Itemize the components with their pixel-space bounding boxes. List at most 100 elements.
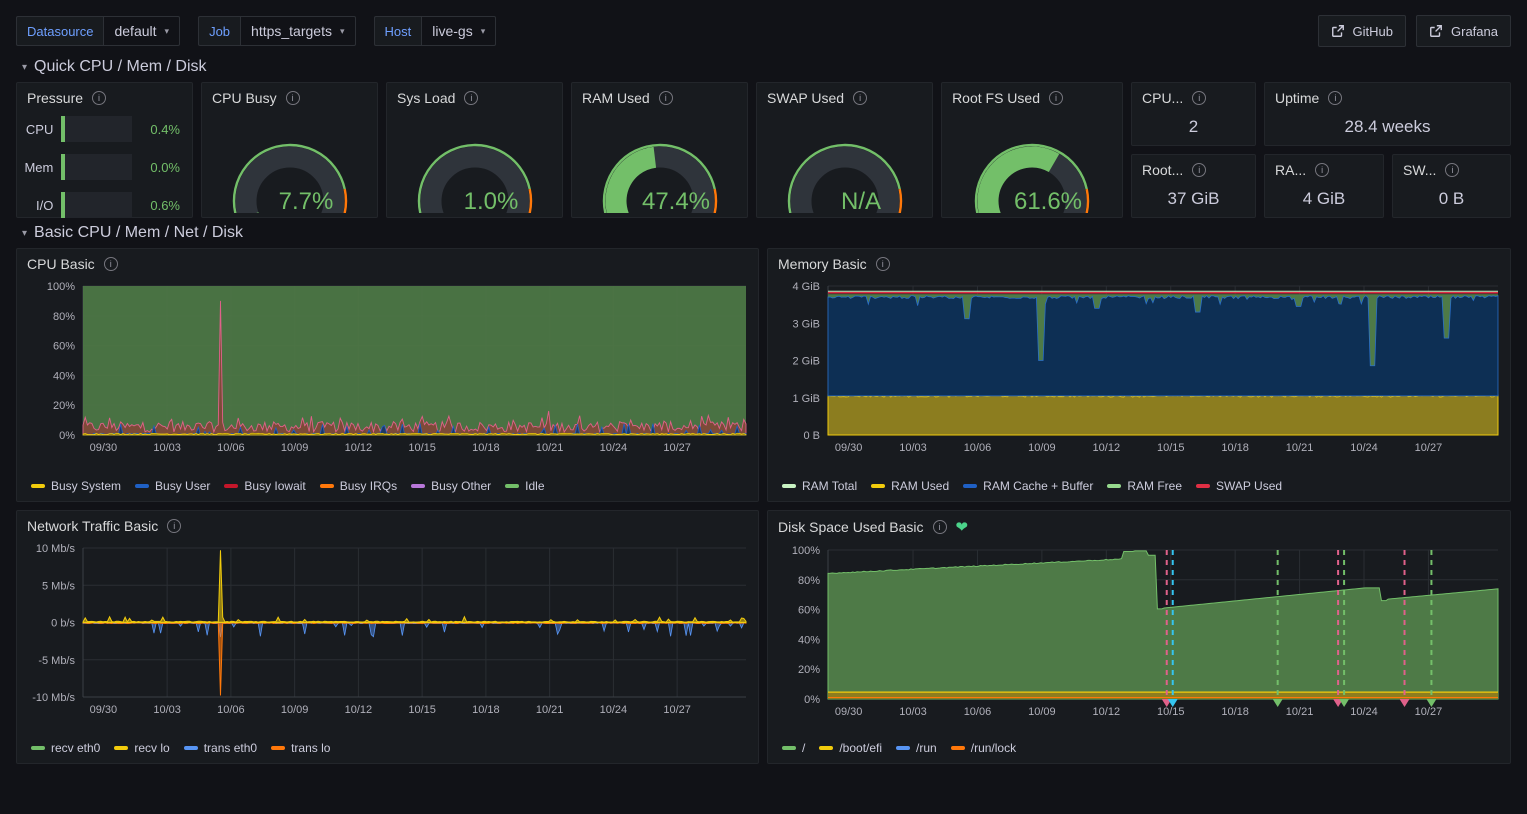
- variable-text-host: live-gs: [432, 23, 473, 39]
- pressure-row-mem: Mem 0.0%: [21, 154, 180, 180]
- chart-cpu-basic[interactable]: 0% 20% 40% 60% 80% 100% 09/30 10/03 10/06 10/09 10…: [17, 274, 758, 473]
- info-icon[interactable]: i: [1328, 91, 1343, 105]
- legend-item[interactable]: trans lo: [271, 741, 330, 755]
- chart-network-traffic-basic[interactable]: -10 Mb/s -5 Mb/s 0 b/s 5 Mb/s 10 Mb/s 09/30 10…: [17, 536, 758, 735]
- legend-label: Busy Other: [431, 479, 492, 493]
- legend-item[interactable]: Busy Iowait: [224, 479, 306, 493]
- info-icon[interactable]: i: [932, 520, 947, 534]
- panel-title-text: Network Traffic Basic: [27, 518, 159, 534]
- svg-text:20%: 20%: [798, 664, 820, 676]
- variable-value-job[interactable]: https_targets ▾: [240, 16, 356, 46]
- svg-text:-10 Mb/s: -10 Mb/s: [32, 692, 75, 704]
- grafana-link-button[interactable]: Grafana: [1416, 15, 1511, 47]
- svg-text:47.4%: 47.4%: [642, 188, 710, 213]
- variable-datasource[interactable]: Datasource default ▾: [16, 16, 181, 46]
- panel-title-text: Pressure: [27, 90, 84, 106]
- legend-color-swatch: [782, 484, 796, 488]
- svg-text:10/09: 10/09: [1028, 706, 1056, 718]
- svg-text:10/18: 10/18: [472, 704, 500, 716]
- svg-text:10/27: 10/27: [1415, 706, 1443, 718]
- legend-item[interactable]: Busy User: [135, 479, 210, 493]
- info-icon[interactable]: i: [1315, 163, 1330, 177]
- svg-text:10/12: 10/12: [345, 704, 373, 716]
- variable-value-datasource[interactable]: default ▾: [103, 16, 181, 46]
- svg-text:100%: 100%: [792, 545, 820, 557]
- info-icon[interactable]: i: [853, 91, 868, 105]
- legend-item[interactable]: /run: [896, 741, 937, 755]
- chart-disk-space-used-basic[interactable]: 0% 20% 40% 60% 80% 100% 09/30 10/03 10/06 10/09 10…: [768, 538, 1510, 735]
- legend-item[interactable]: RAM Used: [871, 479, 949, 493]
- variable-text-job: https_targets: [251, 23, 332, 39]
- svg-text:10/09: 10/09: [281, 704, 309, 716]
- svg-text:10/24: 10/24: [1350, 442, 1378, 454]
- legend-item[interactable]: trans eth0: [183, 741, 257, 755]
- info-icon[interactable]: i: [103, 257, 118, 271]
- svg-text:10/03: 10/03: [153, 442, 181, 454]
- svg-text:1.0%: 1.0%: [463, 188, 518, 213]
- info-icon[interactable]: i: [875, 257, 890, 271]
- panel-network-traffic-basic: Network Traffic Basic i -10 Mb/s -5 Mb/s 0…: [16, 510, 759, 764]
- info-icon[interactable]: i: [1445, 163, 1460, 177]
- legend-label: trans lo: [291, 741, 331, 755]
- legend-item[interactable]: Busy System: [31, 479, 121, 493]
- info-icon[interactable]: i: [92, 91, 107, 105]
- chart-memory-basic[interactable]: 0 B 1 GiB 2 GiB 3 GiB 4 GiB 09/30 10/03 10/06 10…: [768, 274, 1510, 473]
- legend-item[interactable]: recv eth0: [31, 741, 100, 755]
- panel-title-sys-load: Sys Load i: [387, 83, 562, 108]
- svg-text:10/12: 10/12: [345, 442, 373, 454]
- legend-item[interactable]: RAM Cache + Buffer: [963, 479, 1093, 493]
- legend-label: recv eth0: [51, 741, 101, 755]
- variable-host[interactable]: Host live-gs ▾: [373, 16, 497, 46]
- info-icon[interactable]: i: [1192, 163, 1207, 177]
- svg-text:10/15: 10/15: [1157, 442, 1185, 454]
- external-link-icon: [1430, 25, 1442, 37]
- info-icon[interactable]: i: [1049, 91, 1063, 105]
- legend-item[interactable]: RAM Free: [1107, 479, 1182, 493]
- svg-text:10/24: 10/24: [600, 442, 628, 454]
- legend-item[interactable]: /boot/efi: [819, 741, 882, 755]
- legend-label: Busy IRQs: [339, 479, 398, 493]
- svg-text:40%: 40%: [798, 634, 820, 646]
- github-link-button[interactable]: GitHub: [1317, 15, 1407, 47]
- variable-toolbar: Datasource default ▾ Job https_targets ▾…: [0, 0, 1527, 52]
- row-title-quick: Quick CPU / Mem / Disk: [34, 58, 207, 75]
- svg-text:09/30: 09/30: [835, 706, 863, 718]
- panel-cpu-cores: CPU... i 2: [1131, 82, 1256, 146]
- legend-color-swatch: [1107, 484, 1122, 488]
- panel-title-uptime: Uptime i: [1265, 83, 1510, 108]
- svg-text:10/24: 10/24: [1350, 706, 1378, 718]
- chart-row-2: Network Traffic Basic i -10 Mb/s -5 Mb/s 0…: [0, 510, 1527, 764]
- legend-item[interactable]: Idle: [505, 479, 545, 493]
- legend-color-swatch: [871, 484, 886, 488]
- info-icon[interactable]: i: [285, 91, 300, 105]
- info-icon[interactable]: i: [658, 91, 673, 105]
- legend-item[interactable]: RAM Total: [782, 479, 857, 493]
- panel-title-root-fs-total: Root... i: [1132, 155, 1255, 180]
- variable-value-host[interactable]: live-gs ▾: [421, 16, 497, 46]
- info-icon[interactable]: i: [167, 519, 182, 533]
- legend-item[interactable]: Busy Other: [411, 479, 491, 493]
- gauge-cpu-busy: 7.7%: [202, 108, 377, 217]
- panel-title-cpu-basic: CPU Basic i: [17, 249, 758, 274]
- svg-text:0%: 0%: [59, 430, 75, 442]
- row-header-basic[interactable]: ▾ Basic CPU / Mem / Net / Disk: [0, 218, 1527, 248]
- legend-label: /boot/efi: [839, 741, 883, 755]
- stat-value-swap-total: 0 B: [1438, 188, 1465, 208]
- variable-job[interactable]: Job https_targets ▾: [198, 16, 356, 46]
- panel-title-ram-total: RA... i: [1265, 155, 1383, 180]
- legend-item[interactable]: recv lo: [114, 741, 170, 755]
- svg-text:10/06: 10/06: [217, 704, 245, 716]
- legend-item[interactable]: Busy IRQs: [319, 479, 398, 493]
- panel-title-text: Sys Load: [397, 90, 456, 106]
- legend-item[interactable]: /run/lock: [950, 741, 1016, 755]
- chevron-down-icon: ▾: [22, 227, 28, 239]
- info-icon[interactable]: i: [1192, 91, 1207, 105]
- row-header-quick[interactable]: ▾ Quick CPU / Mem / Disk: [0, 52, 1527, 82]
- svg-text:10/15: 10/15: [1157, 706, 1185, 718]
- legend-item[interactable]: /: [782, 741, 805, 755]
- info-icon[interactable]: i: [464, 91, 479, 105]
- gauge-sys-load: 1.0%: [387, 108, 562, 217]
- svg-text:4 GiB: 4 GiB: [792, 281, 820, 293]
- quick-panel-row: Pressure i CPU 0.4% Mem 0.0% I/O 0.6% CP…: [0, 82, 1527, 218]
- legend-item[interactable]: SWAP Used: [1196, 479, 1282, 493]
